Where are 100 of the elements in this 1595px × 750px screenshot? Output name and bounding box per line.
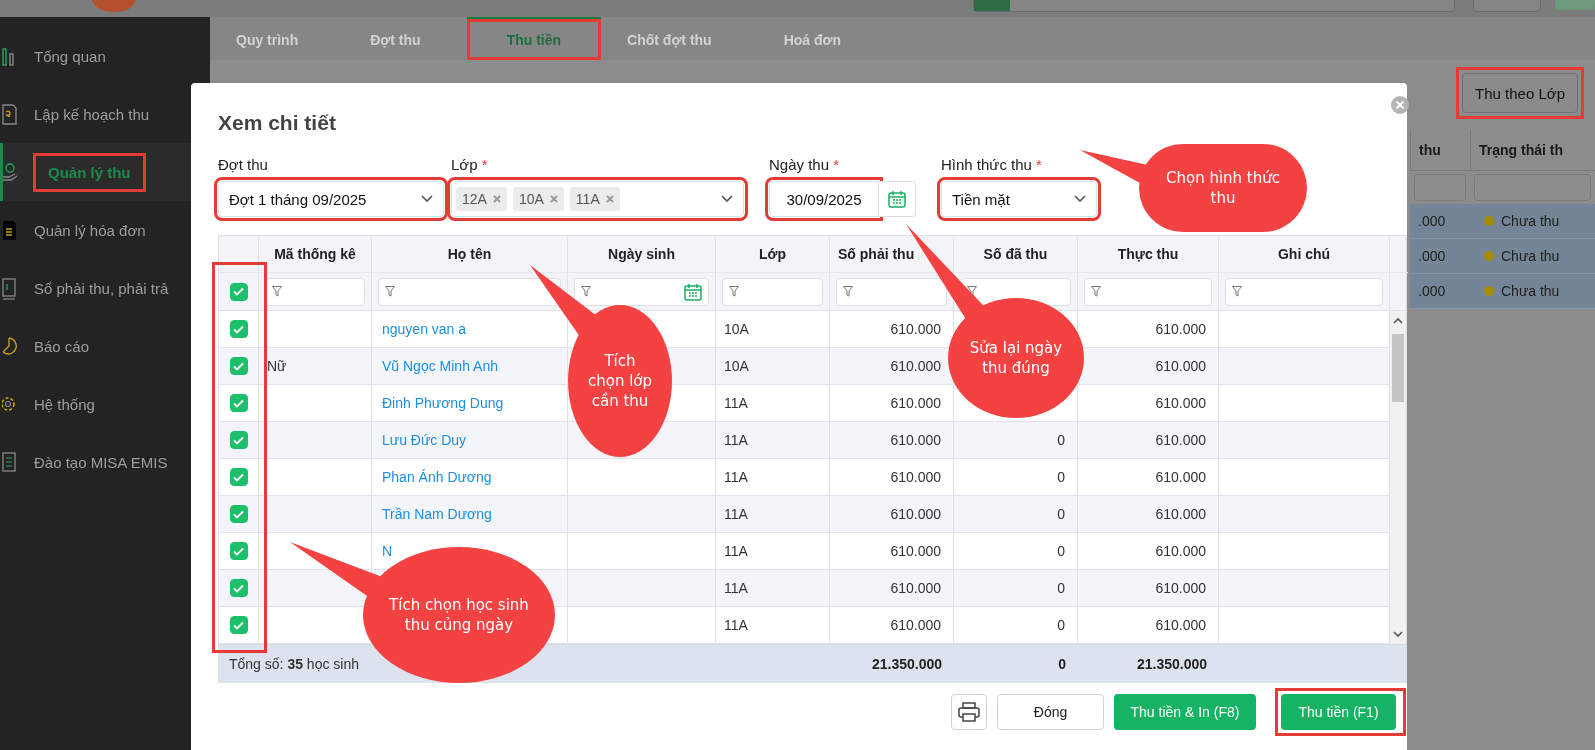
student-name-link[interactable]: Vũ Ngọc Minh Anh	[382, 358, 498, 374]
sidebar-item[interactable]: Lập kế hoạch thu	[0, 85, 210, 143]
printer-icon	[958, 702, 980, 722]
table-cell: 11A	[724, 432, 748, 448]
sidebar-item[interactable]: Hệ thống	[0, 375, 210, 433]
table-cell: 610.000	[1155, 469, 1206, 485]
checkmark-icon	[233, 509, 244, 519]
remove-icon[interactable]	[492, 195, 501, 203]
collect-button[interactable]: Thu tiền (F1)	[1281, 694, 1396, 730]
tab[interactable]: Hoá đơn	[757, 17, 888, 60]
table-cell: 610.000	[1155, 321, 1206, 337]
filter-icon	[1091, 286, 1101, 297]
class-tag: 12A	[456, 187, 507, 211]
scroll-thumb[interactable]	[1392, 334, 1404, 402]
row-checkbox[interactable]	[229, 579, 248, 597]
filter-icon	[581, 286, 591, 297]
remove-icon[interactable]	[549, 195, 558, 203]
table-cell: 610.000	[890, 469, 941, 485]
field-label: Hình thức thu	[941, 156, 1032, 173]
student-name-link[interactable]: Trần Nam Dương	[382, 506, 492, 522]
callout-text: Tích chọn lớp cần thu	[586, 351, 654, 411]
sidebar-item[interactable]: Báo cáo	[0, 317, 210, 375]
table-cell: 11A	[724, 395, 748, 411]
close-button[interactable]: Đóng	[997, 694, 1104, 730]
total-actual: 21.350.000	[1135, 655, 1208, 672]
class-tag: 11A	[569, 187, 620, 211]
chevron-down-icon	[1074, 195, 1086, 203]
row-checkbox[interactable]	[229, 394, 248, 412]
scroll-up-icon[interactable]	[1393, 317, 1403, 324]
total-due: 21.350.000	[870, 655, 943, 672]
ledger-icon	[2, 275, 18, 301]
checkmark-icon	[233, 435, 244, 445]
checkmark-icon	[233, 620, 244, 630]
row-checkbox[interactable]	[229, 542, 248, 560]
student-name-link[interactable]: Phan Ánh Dương	[382, 469, 492, 485]
table-cell: 10A	[724, 321, 749, 337]
table-cell: 11A	[724, 617, 748, 633]
table-row[interactable]: .000 Chưa thu	[1410, 274, 1595, 309]
table-cell: 610.000	[1155, 395, 1206, 411]
field-label: Ngày thu	[769, 156, 830, 173]
status-text: Chưa thu	[1501, 283, 1560, 299]
print-button[interactable]	[951, 694, 987, 730]
column-header: thu	[1410, 130, 1470, 170]
sidebar-item[interactable]: Đào tạo MISA EMIS	[0, 433, 210, 491]
checkmark-icon	[233, 472, 244, 482]
checkmark-icon	[233, 546, 244, 556]
collect-button[interactable]: Thu tiền & In (F8)	[1114, 694, 1256, 730]
table-row[interactable]: .000 Chưa thu	[1410, 239, 1595, 274]
table-cell: 610.000	[1155, 506, 1206, 522]
document-icon	[2, 101, 18, 127]
row-checkbox[interactable]	[229, 431, 248, 449]
required-mark: *	[833, 156, 840, 173]
tab[interactable]: Đợt thu	[344, 17, 467, 60]
row-checkbox[interactable]	[229, 505, 248, 523]
table-cell: 11A	[724, 580, 748, 596]
select-all-checkbox[interactable]	[229, 282, 248, 301]
column-header: Ngày sinh	[568, 236, 716, 272]
field-label: Lớp	[451, 156, 478, 173]
table-cell: 10A	[724, 358, 749, 374]
student-name-link[interactable]: Đinh Phương Dung	[382, 395, 504, 411]
table-cell: 610.000	[890, 580, 941, 596]
table-cell: 610.000	[1155, 543, 1206, 559]
checkmark-icon	[233, 287, 244, 296]
scrollbar[interactable]	[1390, 311, 1406, 644]
collect-by-class-button[interactable]: Thu theo Lớp	[1462, 73, 1578, 113]
student-name-link[interactable]: N	[382, 543, 393, 559]
sidebar-item[interactable]: Quản lý hóa đơn	[0, 201, 210, 259]
row-checkbox[interactable]	[229, 616, 248, 634]
scroll-down-icon[interactable]	[1393, 631, 1403, 638]
header-field[interactable]	[973, 0, 1455, 12]
tab[interactable]: Quy trình	[210, 17, 345, 60]
table-cell: 0	[1057, 580, 1065, 596]
calendar-button[interactable]	[879, 181, 916, 217]
table-cell: 610.000	[890, 432, 941, 448]
table-cell: 610.000	[890, 395, 941, 411]
table-row[interactable]: .000 Chưa thu	[1410, 204, 1595, 239]
row-checkbox[interactable]	[229, 320, 248, 338]
row-checkbox[interactable]	[229, 357, 248, 375]
close-icon[interactable]	[1390, 95, 1410, 115]
sidebar-item[interactable]: Tổng quan	[0, 27, 210, 85]
sidebar-item[interactable]: Sổ phải thu, phải trả	[0, 259, 210, 317]
filter-icon	[1232, 286, 1242, 297]
column-header: Ghi chú	[1219, 236, 1390, 272]
table-cell: 610.000	[890, 543, 941, 559]
header-field[interactable]	[1473, 0, 1541, 12]
row-checkbox[interactable]	[229, 468, 248, 486]
column-header: Lớp	[716, 236, 830, 272]
callout-text: Tích chọn học sinh thu củng ngày	[388, 595, 530, 635]
table-cell: 610.000	[1155, 358, 1206, 374]
table-cell: 0	[1057, 506, 1065, 522]
field-label: Đợt thu	[218, 156, 268, 173]
book-icon	[2, 449, 18, 475]
remove-icon[interactable]	[605, 195, 614, 203]
callout-text: Sửa lại ngày thu đúng	[968, 338, 1064, 378]
student-name-link[interactable]: Lưu Đức Duy	[382, 432, 467, 448]
tab[interactable]: Chốt đợt thu	[601, 17, 758, 60]
chevron-down-icon	[421, 195, 433, 203]
filter-icon	[729, 286, 739, 297]
student-name-link[interactable]: nguyen van a	[382, 321, 467, 337]
filter-icon	[967, 286, 977, 297]
